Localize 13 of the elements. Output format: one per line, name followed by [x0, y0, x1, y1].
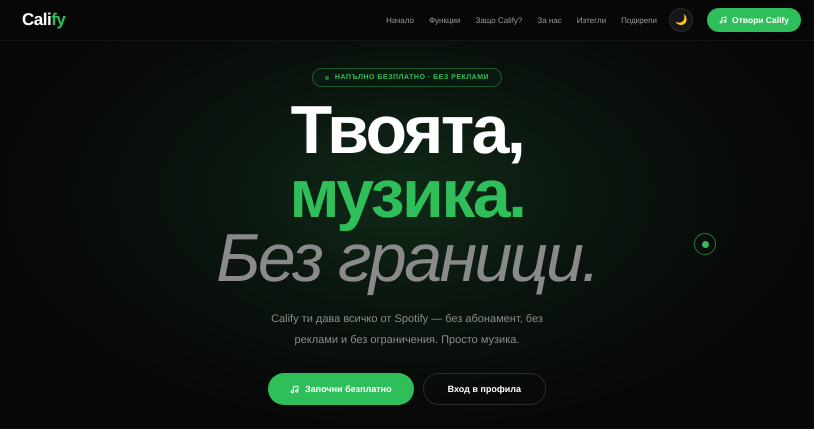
description-text: Califу ти дава всичко от Spotify — без абонамент, без реклами и без ограничения. Просто музика.	[270, 312, 544, 348]
nav-link[interactable]: Подкрепи	[621, 16, 657, 24]
nav-link[interactable]: Функции	[428, 16, 460, 24]
indicator-icon	[694, 233, 716, 255]
nav-link[interactable]: За нас	[537, 16, 562, 24]
logo[interactable]: Calify	[22, 10, 386, 30]
login-button[interactable]: Вход в профила	[422, 373, 546, 405]
music-note-icon	[290, 384, 300, 394]
nav-link[interactable]: Начало	[386, 16, 414, 24]
theme-toggle-button[interactable]: 🌙	[668, 8, 693, 32]
nav-link[interactable]: Защо Califу?	[475, 16, 522, 24]
music-note-icon	[718, 16, 727, 24]
nav-link[interactable]: Изтегли	[576, 16, 606, 24]
